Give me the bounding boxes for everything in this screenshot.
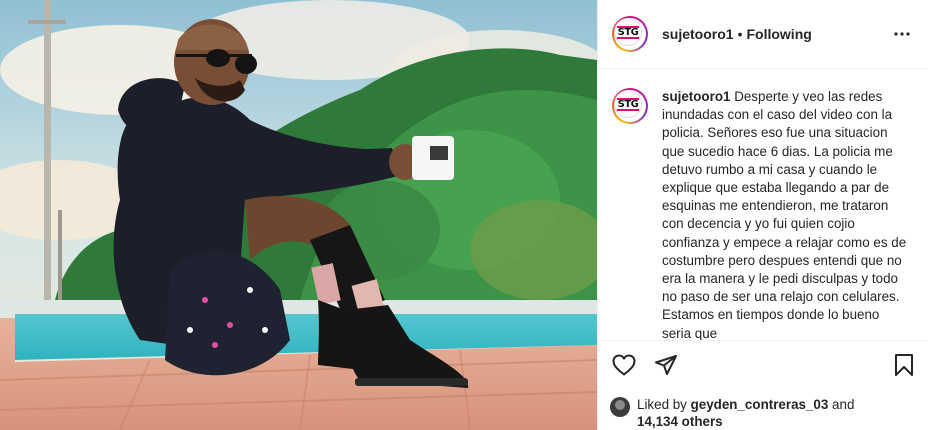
following-button[interactable]: Following xyxy=(746,26,811,42)
caption-username[interactable]: sujetooro1 xyxy=(662,89,730,104)
likes-count[interactable]: 14,134 others xyxy=(637,414,723,429)
avatar-logo: STG xyxy=(616,25,640,39)
likes-summary: Liked by geyden_contreras_03 and 14,134 … xyxy=(610,396,918,430)
likes-prefix: Liked by xyxy=(637,397,687,412)
liker-username[interactable]: geyden_contreras_03 xyxy=(691,397,829,412)
liker-avatar[interactable] xyxy=(610,397,630,417)
post-sidebar: STG sujetooro1 • Following STG sujetooro… xyxy=(597,0,928,430)
avatar-logo: STG xyxy=(616,97,640,111)
caption: STG sujetooro1 Desperte y veo las redes … xyxy=(612,88,912,340)
caption-text: sujetooro1 Desperte y veo las redes inun… xyxy=(662,88,912,340)
separator-dot: • xyxy=(737,26,743,42)
post-image xyxy=(0,0,597,430)
bookmark-icon[interactable] xyxy=(890,351,918,379)
post-header: STG sujetooro1 • Following xyxy=(598,0,928,69)
more-horizontal-icon[interactable] xyxy=(890,22,914,46)
author-avatar[interactable]: STG xyxy=(612,16,648,52)
comments-section[interactable]: STG sujetooro1 Desperte y veo las redes … xyxy=(598,70,928,340)
post-photo[interactable] xyxy=(0,0,597,430)
caption-body: Desperte y veo las redes inundadas con e… xyxy=(662,89,907,340)
paper-plane-icon[interactable] xyxy=(652,351,680,379)
author-username[interactable]: sujetooro1 xyxy=(662,26,734,42)
post-actions: Liked by geyden_contreras_03 and 14,134 … xyxy=(598,340,928,430)
likes-and: and xyxy=(832,397,855,412)
heart-icon[interactable] xyxy=(610,351,638,379)
caption-author-avatar[interactable]: STG xyxy=(612,88,648,124)
